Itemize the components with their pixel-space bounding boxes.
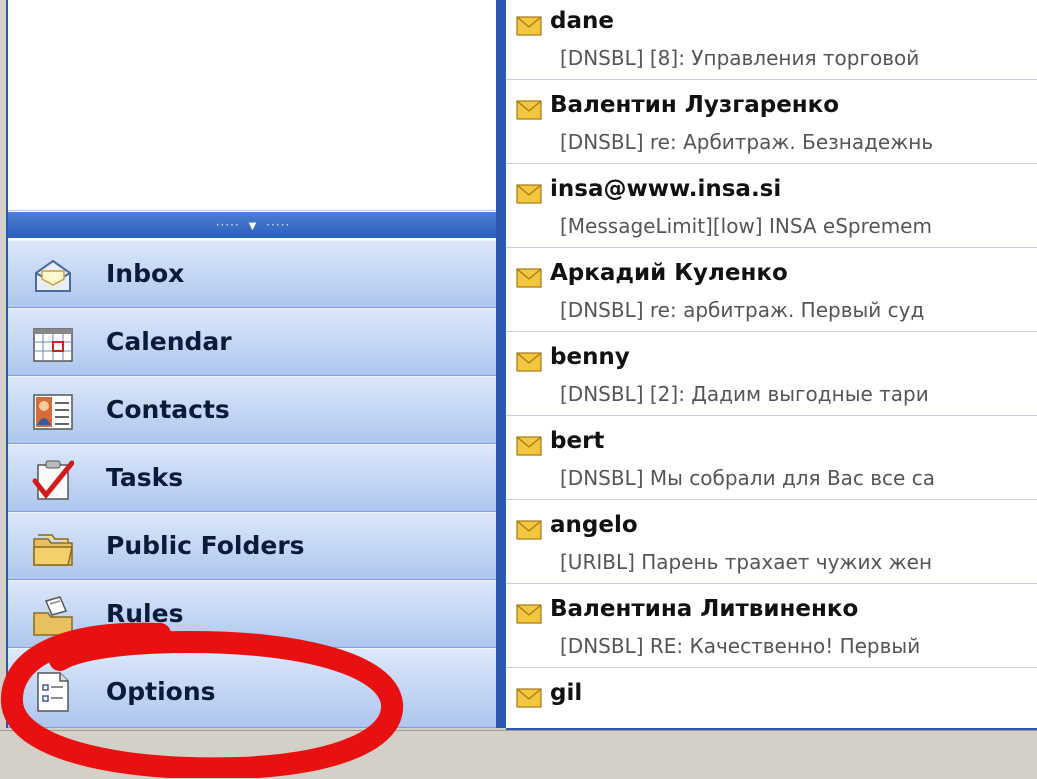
message-row[interactable]: insa@www.insa.si [MessageLimit][low] INSA…	[506, 164, 1037, 248]
message-row[interactable]: dane [DNSBL] [8]: Управления торговой	[506, 0, 1037, 80]
nav-button-label: Inbox	[106, 259, 185, 288]
nav-button-label: Contacts	[106, 395, 230, 424]
nav-button-label: Calendar	[106, 327, 232, 356]
envelope-icon	[516, 268, 542, 288]
message-sender: angelo	[550, 512, 638, 538]
nav-button-label: Tasks	[106, 463, 184, 492]
pane-splitter[interactable]: ····· ▼ ·····	[8, 212, 498, 238]
message-row[interactable]: Аркадий Куленко [DNSBL] re: арбитраж. Пер…	[506, 248, 1037, 332]
nav-button-rules[interactable]: Rules	[8, 580, 498, 648]
folder-list-area	[8, 0, 497, 211]
message-row[interactable]: bert [DNSBL] Мы собрали для Вас все са	[506, 416, 1037, 500]
envelope-icon	[516, 688, 542, 708]
public-folders-icon	[33, 534, 73, 566]
message-subject: [DNSBL] re: Арбитраж. Безнадежнь	[560, 130, 934, 154]
message-sender: bert	[550, 428, 605, 454]
pane-divider[interactable]	[496, 0, 506, 728]
message-subject: [DNSBL] RE: Качественно! Первый	[560, 634, 921, 658]
nav-button-tasks[interactable]: Tasks	[8, 444, 498, 512]
navigation-pane: ····· ▼ ····· Inbox Calendar Contacts Ta…	[6, 0, 498, 728]
calendar-icon	[33, 328, 73, 362]
nav-button-label: Public Folders	[106, 531, 305, 560]
nav-button-inbox[interactable]: Inbox	[8, 240, 498, 308]
envelope-icon	[516, 16, 542, 36]
message-row[interactable]: Валентина Литвиненко [DNSBL] RE: Качестве…	[506, 584, 1037, 668]
message-subject: [MessageLimit][low] INSA eSpremem	[560, 214, 932, 238]
splitter-grip-right: ·····	[266, 218, 291, 232]
tasks-icon	[32, 460, 74, 500]
message-sender: Аркадий Куленко	[550, 260, 788, 286]
nav-button-label: Rules	[106, 599, 184, 628]
envelope-icon	[516, 520, 542, 540]
splitter-grip-left: ·····	[215, 218, 240, 232]
envelope-icon	[516, 436, 542, 456]
nav-button-contacts[interactable]: Contacts	[8, 376, 498, 444]
message-subject: [DNSBL] [2]: Дадим выгодные тари	[560, 382, 929, 406]
message-subject: [DNSBL] [8]: Управления торговой	[560, 46, 920, 70]
chevron-down-icon[interactable]: ▼	[249, 221, 258, 232]
inbox-icon	[35, 259, 71, 292]
message-row[interactable]: angelo [URIBL] Парень трахает чужих жен	[506, 500, 1037, 584]
message-list[interactable]: dane [DNSBL] [8]: Управления торговой Вале…	[506, 0, 1037, 730]
message-subject: [DNSBL] re: арбитраж. Первый суд	[560, 298, 925, 322]
nav-button-label: Options	[106, 677, 216, 706]
message-row[interactable]: Валентин Лузгаренко [DNSBL] re: Арбитраж.…	[506, 80, 1037, 164]
message-sender: benny	[550, 344, 630, 370]
options-icon	[37, 672, 69, 712]
message-row[interactable]: benny [DNSBL] [2]: Дадим выгодные тари	[506, 332, 1037, 416]
message-sender: Валентина Литвиненко	[550, 596, 859, 622]
nav-button-calendar[interactable]: Calendar	[8, 308, 498, 376]
envelope-icon	[516, 352, 542, 372]
message-subject: [URIBL] Парень трахает чужих жен	[560, 550, 933, 574]
envelope-icon	[516, 604, 542, 624]
contacts-icon	[33, 394, 73, 430]
nav-button-public-folders[interactable]: Public Folders	[8, 512, 498, 580]
message-sender: Валентин Лузгаренко	[550, 92, 840, 118]
envelope-icon	[516, 100, 542, 120]
rules-icon	[33, 596, 73, 636]
message-subject: [DNSBL] Мы собрали для Вас все са	[560, 466, 935, 490]
envelope-icon	[516, 184, 542, 204]
message-sender: gil	[550, 680, 583, 706]
status-bar	[0, 730, 1037, 779]
message-row[interactable]: gil	[506, 668, 1037, 728]
message-sender: dane	[550, 8, 614, 34]
nav-button-options[interactable]: Options	[8, 648, 498, 728]
message-sender: insa@www.insa.si	[550, 176, 782, 202]
